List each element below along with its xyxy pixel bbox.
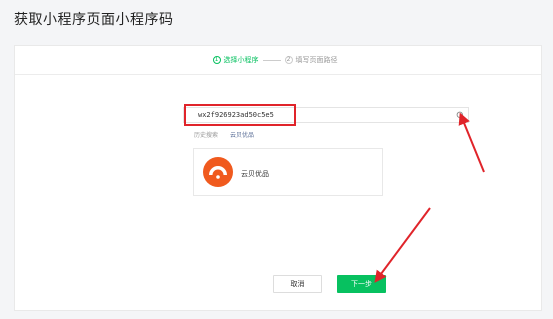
- cancel-button[interactable]: 取消: [273, 275, 322, 293]
- step-number-2: 2: [284, 56, 293, 64]
- step-label-2: 填写页面路径: [295, 56, 338, 64]
- step-fill-path: 2 填写页面路径: [284, 55, 338, 65]
- search-input[interactable]: [184, 108, 468, 122]
- history-item[interactable]: 云贝优品: [230, 130, 254, 139]
- search-box: [183, 107, 469, 123]
- search-icon[interactable]: [456, 111, 465, 120]
- step-indicator: 1 选择小程序 2 填写页面路径: [15, 46, 541, 75]
- step-select-miniprogram: 1 选择小程序: [212, 55, 259, 65]
- history-label: 历史搜索: [194, 132, 219, 139]
- step-connector: [262, 59, 281, 61]
- page-title: 获取小程序页面小程序码: [14, 12, 174, 28]
- main-card: 1 选择小程序 2 填写页面路径 历史搜索 云贝优品 云贝优品 取消 下一步: [14, 45, 542, 311]
- step-label-1: 选择小程序: [223, 56, 259, 64]
- miniprogram-logo-icon: [203, 157, 233, 187]
- step-number-1: 1: [212, 56, 221, 64]
- result-name: 云贝优品: [241, 170, 269, 178]
- next-button[interactable]: 下一步: [337, 275, 386, 293]
- search-history: 历史搜索 云贝优品: [194, 130, 254, 139]
- result-card[interactable]: 云贝优品: [193, 148, 383, 196]
